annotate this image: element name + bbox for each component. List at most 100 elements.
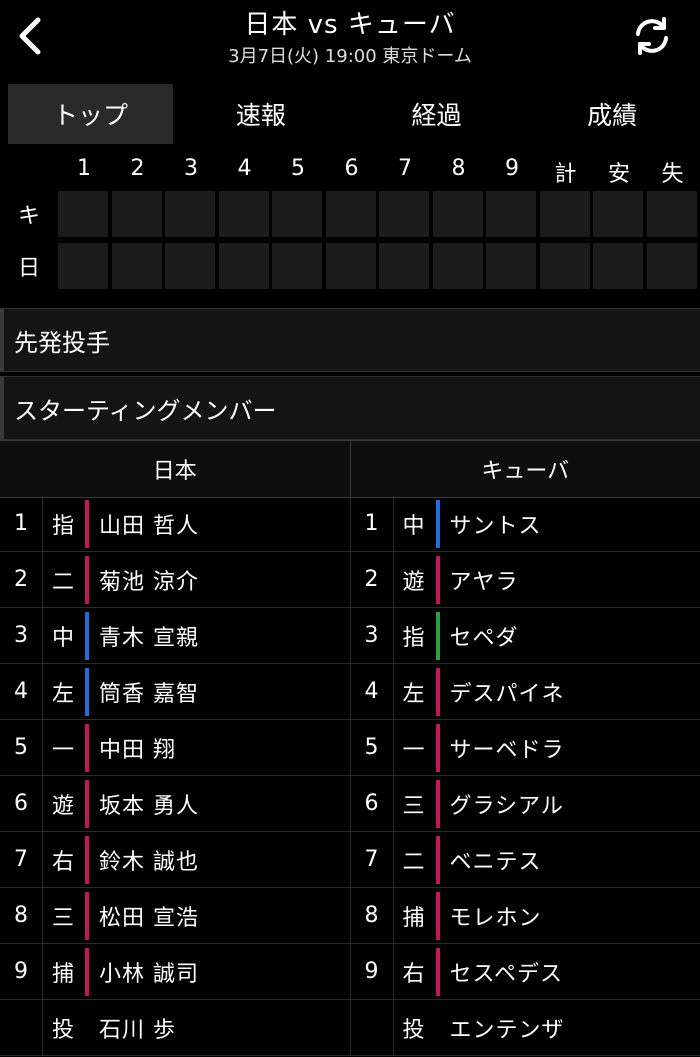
player-entry-japan[interactable]: 5 一中田 翔 bbox=[0, 720, 350, 775]
player-entry-japan[interactable]: 2 二菊池 涼介 bbox=[0, 552, 350, 607]
player-name: 青木 宣親 bbox=[99, 625, 199, 651]
score-cell bbox=[593, 243, 643, 289]
position: 二 bbox=[392, 832, 434, 887]
position: 捕 bbox=[392, 888, 434, 943]
player-name: セスペデス bbox=[449, 961, 563, 987]
player-entry-cuba[interactable]: 1 中サントス bbox=[349, 496, 700, 551]
position: 二 bbox=[42, 552, 83, 607]
batting-order: 5 bbox=[364, 735, 379, 760]
starting-pitcher-section[interactable]: 先発投手 bbox=[0, 308, 700, 372]
score-cell bbox=[593, 191, 643, 237]
handedness-bar bbox=[85, 891, 89, 940]
handedness-bar bbox=[435, 667, 440, 716]
player-name: 小林 誠司 bbox=[99, 961, 199, 987]
score-cell bbox=[58, 191, 108, 237]
scoreboard-column-label: 2 bbox=[130, 156, 145, 181]
player-entry-japan[interactable]: 9 捕小林 誠司 bbox=[0, 944, 350, 999]
batting-order: 8 bbox=[14, 903, 28, 928]
lineup-row: 6 遊坂本 勇人 6 三グラシアル bbox=[0, 776, 700, 832]
scoreboard-column-label: 1 bbox=[77, 156, 91, 181]
player-entry-japan[interactable]: 8 三松田 宣浩 bbox=[0, 888, 350, 943]
player-entry-japan[interactable]: 1 指山田 哲人 bbox=[0, 496, 350, 551]
player-name: 中田 翔 bbox=[99, 737, 176, 763]
tab-live[interactable]: 速報 bbox=[173, 84, 349, 144]
handedness-bar bbox=[435, 555, 440, 604]
position: 一 bbox=[392, 720, 434, 775]
position: 指 bbox=[392, 608, 434, 663]
scoreboard-row-cuba: キ bbox=[0, 190, 700, 238]
score-cell bbox=[165, 191, 215, 237]
player-name: サントス bbox=[449, 513, 542, 539]
handedness-bar bbox=[85, 779, 89, 828]
batting-order: 6 bbox=[364, 791, 379, 816]
batting-order: 6 bbox=[14, 791, 28, 816]
score-cell bbox=[218, 191, 269, 237]
player-entry-cuba[interactable]: 2 遊アヤラ bbox=[349, 552, 700, 607]
scoreboard-column-label: 5 bbox=[291, 156, 305, 181]
lineup-row: 3 中青木 宣親 3 指セペダ bbox=[0, 608, 700, 664]
player-name: セペダ bbox=[449, 625, 519, 651]
handedness-bar bbox=[435, 947, 440, 996]
score-cell bbox=[539, 243, 590, 289]
player-entry-japan[interactable]: 6 遊坂本 勇人 bbox=[0, 776, 350, 831]
player-name: グラシアル bbox=[449, 793, 564, 819]
score-cell bbox=[646, 191, 697, 237]
handedness-bar bbox=[435, 499, 440, 548]
starting-members-section[interactable]: スターティングメンバー bbox=[0, 376, 700, 440]
page-title: 日本 vs キューバ bbox=[244, 10, 456, 40]
scoreboard-column-label: 安 bbox=[607, 162, 630, 187]
scoreboard-column-label: 3 bbox=[184, 156, 198, 181]
position: 投 bbox=[392, 1000, 434, 1055]
batting-order: 7 bbox=[14, 847, 28, 872]
player-entry-cuba[interactable]: 5 一サーベドラ bbox=[349, 720, 700, 775]
batting-order: 9 bbox=[14, 959, 28, 984]
handedness-bar bbox=[85, 835, 89, 884]
batting-order: 3 bbox=[364, 623, 379, 648]
tab-progress[interactable]: 経過 bbox=[349, 84, 525, 144]
score-cell bbox=[272, 243, 322, 289]
score-cell bbox=[486, 191, 536, 237]
refresh-icon bbox=[636, 17, 668, 55]
player-entry-cuba[interactable]: 9 右セスペデス bbox=[349, 944, 700, 999]
player-name: モレホン bbox=[449, 905, 542, 931]
player-entry-japan[interactable]: 3 中青木 宣親 bbox=[0, 608, 350, 663]
batting-order: 2 bbox=[364, 567, 379, 592]
player-entry-cuba[interactable]: 6 三グラシアル bbox=[349, 776, 700, 831]
refresh-button[interactable] bbox=[630, 14, 674, 58]
lineup-header-japan: 日本 bbox=[0, 441, 350, 497]
position: 投 bbox=[42, 1000, 83, 1055]
handedness-bar bbox=[435, 891, 440, 940]
player-name: ベニテス bbox=[449, 849, 542, 875]
handedness-bar bbox=[436, 1004, 440, 1052]
batting-order: 3 bbox=[14, 623, 28, 648]
score-cell bbox=[325, 191, 376, 237]
player-entry-cuba[interactable]: 投エンテンザ bbox=[349, 1000, 700, 1055]
batting-order: 1 bbox=[364, 511, 379, 536]
lineup-row: 5 一中田 翔 5 一サーベドラ bbox=[0, 720, 700, 776]
score-cell bbox=[111, 243, 162, 289]
player-entry-cuba[interactable]: 8 捕モレホン bbox=[349, 888, 700, 943]
player-entry-japan[interactable]: 7 右鈴木 誠也 bbox=[0, 832, 350, 887]
player-name: エンテンザ bbox=[449, 1017, 565, 1043]
header: 日本 vs キューバ 3月7日(火) 19:00 東京ドーム bbox=[0, 0, 700, 78]
batting-order: 8 bbox=[364, 903, 379, 928]
score-cell bbox=[58, 243, 108, 289]
batting-order: 9 bbox=[364, 959, 379, 984]
score-cell bbox=[646, 243, 697, 289]
scoreboard-column-label: 7 bbox=[398, 156, 412, 181]
tab-stats[interactable]: 成績 bbox=[524, 84, 700, 144]
player-entry-japan[interactable]: 投石川 歩 bbox=[0, 1000, 350, 1055]
player-name: 鈴木 誠也 bbox=[99, 849, 199, 875]
score-cell bbox=[539, 191, 590, 237]
batting-order: 4 bbox=[14, 679, 28, 704]
player-entry-cuba[interactable]: 7 二ベニテス bbox=[349, 832, 700, 887]
lineup-row: 9 捕小林 誠司 9 右セスペデス bbox=[0, 944, 700, 1000]
score-cell bbox=[165, 243, 215, 289]
tab-top[interactable]: トップ bbox=[8, 84, 173, 144]
score-cell bbox=[432, 191, 483, 237]
player-entry-japan[interactable]: 4 左筒香 嘉智 bbox=[0, 664, 350, 719]
player-entry-cuba[interactable]: 4 左デスパイネ bbox=[349, 664, 700, 719]
player-entry-cuba[interactable]: 3 指セペダ bbox=[349, 608, 700, 663]
scoreboard-column-label: 8 bbox=[451, 156, 466, 181]
lineup-row: 2 二菊池 涼介 2 遊アヤラ bbox=[0, 552, 700, 608]
